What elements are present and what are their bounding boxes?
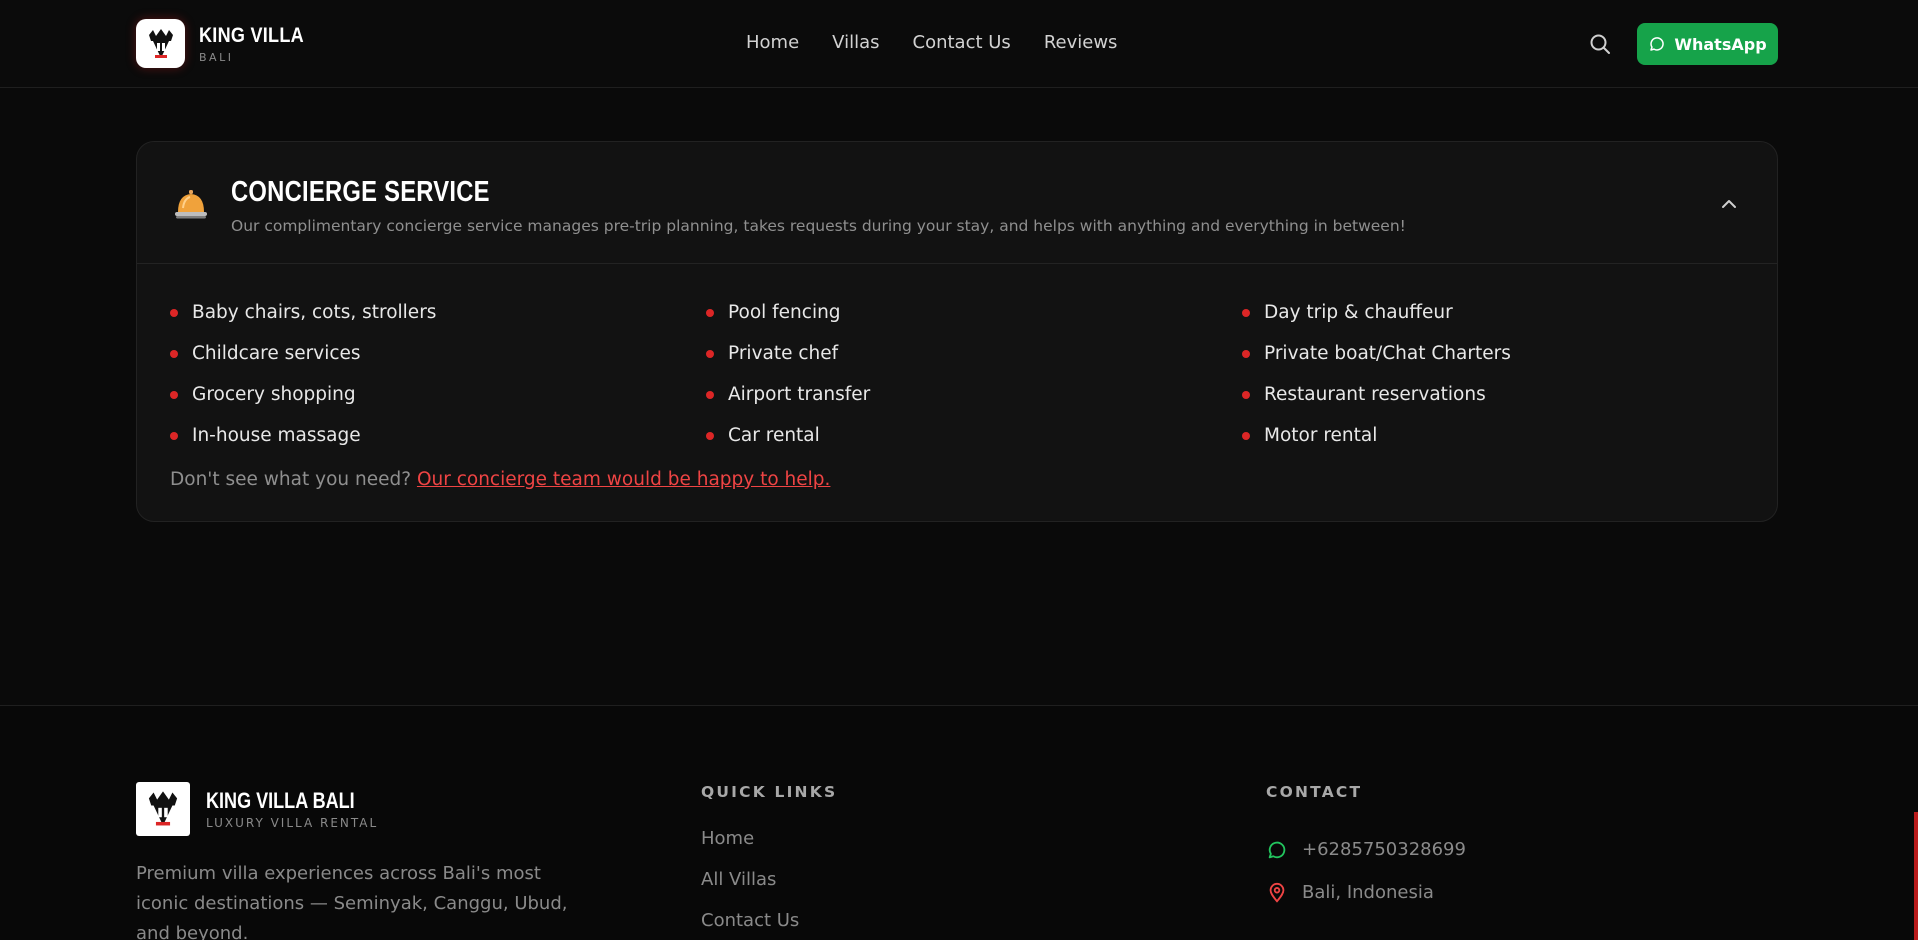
footer-brand-tagline: LUXURY VILLA RENTAL	[206, 816, 379, 830]
bullet-dot	[170, 431, 178, 440]
whatsapp-icon	[1268, 841, 1286, 858]
concierge-title: CONCIERGE SERVICE	[231, 176, 490, 208]
concierge-description: Our complimentary concierge service mana…	[231, 217, 1406, 235]
help-question: Don't see what you need?	[170, 469, 412, 490]
list-item: Pool fencing	[706, 292, 1226, 333]
list-item: Private chef	[706, 333, 1226, 374]
nav-contact-us[interactable]: Contact Us	[913, 32, 1011, 53]
concierge-service-card: CONCIERGE SERVICE Our complimentary conc…	[136, 141, 1778, 522]
bullet-dot	[1242, 349, 1250, 358]
services-column-3: Day trip & chauffeur Private boat/Chat C…	[1242, 292, 1762, 456]
bullet-dot	[706, 308, 714, 317]
list-item: Childcare services	[170, 333, 690, 374]
bullet-dot	[706, 349, 714, 358]
brand-location: BALI	[199, 50, 234, 64]
brand-logo-link[interactable]: KING VILLA BALI	[136, 19, 321, 68]
whatsapp-button[interactable]: WhatsApp	[1637, 23, 1778, 65]
service-label: Baby chairs, cots, strollers	[192, 302, 437, 323]
quick-links-list: Home All Villas Contact Us	[701, 828, 799, 940]
nav-villas[interactable]: Villas	[832, 32, 879, 53]
footer-brand[interactable]: KING VILLA BALI LUXURY VILLA RENTAL	[136, 782, 387, 836]
whatsapp-icon	[1650, 37, 1665, 51]
quick-links-heading: QUICK LINKS	[701, 783, 838, 801]
bullet-dot	[1242, 431, 1250, 440]
contact-phone-text: +6285750328699	[1302, 839, 1466, 860]
service-label: Private chef	[728, 343, 839, 364]
contact-location: Bali, Indonesia	[1266, 871, 1466, 914]
list-item: Private boat/Chat Charters	[1242, 333, 1762, 374]
service-label: Car rental	[728, 425, 820, 446]
list-item: Motor rental	[1242, 415, 1762, 456]
services-column-2: Pool fencing Private chef Airport transf…	[706, 292, 1226, 456]
list-item: Day trip & chauffeur	[1242, 292, 1762, 333]
service-label: Motor rental	[1264, 425, 1378, 446]
footer-link-home[interactable]: Home	[701, 828, 799, 869]
brand-name: KING VILLA	[199, 23, 304, 47]
service-label: Childcare services	[192, 343, 361, 364]
bullet-dot	[1242, 308, 1250, 317]
map-pin-icon	[1269, 882, 1285, 903]
service-label: Day trip & chauffeur	[1264, 302, 1453, 323]
search-icon[interactable]	[1588, 32, 1612, 56]
bullet-dot	[1242, 390, 1250, 399]
footer-brand-name: KING VILLA BALI	[206, 788, 355, 813]
list-item: Car rental	[706, 415, 1226, 456]
service-label: Airport transfer	[728, 384, 871, 405]
list-item: Restaurant reservations	[1242, 374, 1762, 415]
list-item: Baby chairs, cots, strollers	[170, 292, 690, 333]
service-label: Pool fencing	[728, 302, 841, 323]
footer-logo-icon	[136, 782, 190, 836]
bullet-dot	[170, 308, 178, 317]
service-label: Restaurant reservations	[1264, 384, 1486, 405]
list-item: Airport transfer	[706, 374, 1226, 415]
footer-description: Premium villa experiences across Bali's …	[136, 863, 568, 940]
contact-phone[interactable]: +6285750328699	[1266, 828, 1466, 871]
scrollbar-thumb[interactable]	[1914, 812, 1918, 940]
bullet-dot	[170, 349, 178, 358]
list-item: In-house massage	[170, 415, 690, 456]
site-footer: KING VILLA BALI LUXURY VILLA RENTAL Prem…	[0, 705, 1918, 940]
chevron-up-icon[interactable]	[1719, 194, 1739, 214]
footer-link-contact-us[interactable]: Contact Us	[701, 910, 799, 940]
footer-link-all-villas[interactable]: All Villas	[701, 869, 799, 910]
services-column-1: Baby chairs, cots, strollers Childcare s…	[170, 292, 690, 456]
contact-list: +6285750328699 Bali, Indonesia	[1266, 828, 1466, 914]
concierge-card-header[interactable]: CONCIERGE SERVICE Our complimentary conc…	[137, 142, 1777, 264]
bullet-dot	[706, 390, 714, 399]
contact-heading: CONTACT	[1266, 783, 1363, 801]
list-item: Grocery shopping	[170, 374, 690, 415]
service-label: Grocery shopping	[192, 384, 356, 405]
bell-icon	[175, 190, 207, 219]
nav-reviews[interactable]: Reviews	[1044, 32, 1118, 53]
logo-icon	[136, 19, 185, 68]
main-nav: Home Villas Contact Us Reviews	[746, 32, 1117, 53]
service-label: In-house massage	[192, 425, 361, 446]
nav-home[interactable]: Home	[746, 32, 799, 53]
site-header: KING VILLA BALI Home Villas Contact Us R…	[0, 0, 1918, 88]
concierge-help-link[interactable]: Our concierge team would be happy to hel…	[417, 469, 831, 490]
whatsapp-button-label: WhatsApp	[1674, 34, 1767, 54]
contact-location-text: Bali, Indonesia	[1302, 882, 1434, 903]
service-label: Private boat/Chat Charters	[1264, 343, 1511, 364]
bullet-dot	[706, 431, 714, 440]
concierge-help-text: Don't see what you need? Our concierge t…	[170, 469, 830, 490]
bullet-dot	[170, 390, 178, 399]
